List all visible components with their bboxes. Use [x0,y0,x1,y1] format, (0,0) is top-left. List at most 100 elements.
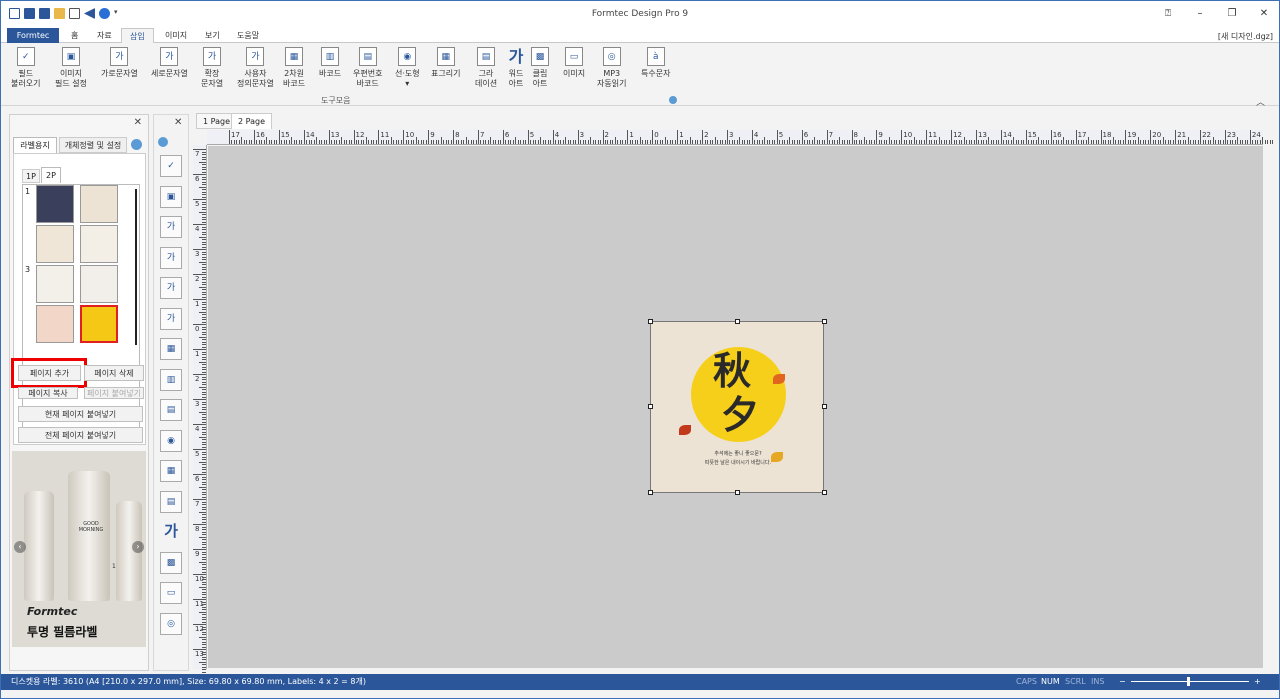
ruler-tick [202,289,206,290]
tab-data[interactable]: 자료 [89,28,120,43]
tab-label-paper[interactable]: 라벨용지 [13,137,57,153]
table-icon[interactable]: ▦ [160,460,182,482]
page-tab-2[interactable]: 2 Page [231,113,272,129]
tab-formtec[interactable]: Formtec [7,28,59,43]
mp3-icon[interactable]: ◎ [160,612,182,635]
ribbon-button-barcode[interactable]: ▥ 바코드 [319,47,341,79]
ribbon-button-custom-text[interactable]: 가 사용자 정의문자열 [237,47,274,89]
delete-page-button[interactable]: 페이지 삭제 [84,365,144,381]
ruler-tick [709,140,711,144]
ruler-tick [202,226,206,228]
shape-icon[interactable]: ◉ [160,429,182,452]
ruler-tick [202,641,206,643]
ribbon-button-label: 바코드 [283,79,306,88]
ruler-tick [858,140,860,144]
tab-insert[interactable]: 삽입 [121,28,154,44]
design-canvas[interactable]: 秋 夕 추석에는 좋니 좋으문? 따뜻한 날은 내이시기 바랍니다. [208,146,1263,668]
resize-handle[interactable] [822,319,827,324]
ribbon-button-special-char[interactable]: à 특수문자 [641,47,670,79]
ruler-tick [423,140,425,144]
strip-close-icon[interactable]: ✕ [174,117,182,128]
thumbnail-label[interactable] [36,225,74,263]
ribbon-button-mp3[interactable]: ◎ MP3 자동읽기 [597,47,626,89]
strip-scroll-icon[interactable] [158,137,168,147]
thumbnail-label[interactable] [36,265,74,303]
thumbnail-label[interactable] [80,265,118,303]
zoom-out-button[interactable]: − [1119,674,1126,689]
label-design[interactable]: 秋 夕 추석에는 좋니 좋으문? 따뜻한 날은 내이시기 바랍니다. [650,321,824,493]
ruler-tick [722,140,724,144]
ribbon-collapse-icon[interactable]: ︿ [1256,95,1265,108]
page-tab-2p[interactable]: 2P [41,167,61,183]
vertical-text-icon[interactable]: 가 [160,246,182,269]
paste-page-button[interactable]: 페이지 붙여넣기 [84,387,144,399]
ribbon-button-field-load[interactable]: ✓ 필드 불러오기 [11,47,40,89]
ribbon-button-vertical-text[interactable]: 가 세로문자열 [151,47,188,79]
wordart-icon[interactable]: 가 [160,521,182,543]
zoom-slider[interactable] [1131,681,1249,682]
ribbon-button-image[interactable]: ▭ 이미지 [563,47,585,79]
ribbon-button-horizontal-text[interactable]: 가 가로문자열 [101,47,138,79]
tab-image[interactable]: 이미지 [157,28,195,43]
resize-handle[interactable] [648,404,653,409]
gradation-icon[interactable]: ▤ [160,490,182,513]
extended-text-icon: 가 [203,47,222,66]
ribbon-button-image-field[interactable]: ▣ 이미지 필드 설정 [55,47,87,89]
extended-text-icon[interactable]: 가 [160,277,182,299]
resize-handle[interactable] [822,490,827,495]
resize-handle[interactable] [735,490,740,495]
page-tab-1p[interactable]: 1P [22,169,40,183]
image-icon[interactable]: ▭ [160,582,182,604]
tab-view[interactable]: 보기 [197,28,228,43]
thumbnail-label[interactable] [36,185,74,223]
clipart-icon[interactable]: ▩ [160,551,182,574]
group-launcher-icon[interactable] [669,96,677,104]
ribbon-button-qr-code[interactable]: ▦ 2차원 바코드 [283,47,305,89]
ad-prev-icon[interactable]: ‹ [14,541,26,553]
thumbnail-label-selected[interactable] [80,305,118,343]
qr-code-icon[interactable]: ▦ [160,338,182,360]
help-window-icon[interactable]: ⍰ [1161,7,1175,21]
ruler-tick [856,140,858,144]
image-field-icon[interactable]: ▣ [160,185,182,208]
paste-current-page-button[interactable]: 현재 페이지 붙여넣기 [18,406,143,422]
ribbon-button-postal-barcode[interactable]: ▤ 우편번호 바코드 [353,47,382,89]
custom-text-icon[interactable]: 가 [160,307,182,330]
ribbon-button-table[interactable]: ▦ 표그리기 [431,47,460,79]
ruler-tick [202,464,206,465]
advertisement-banner[interactable]: GOOD MORNING 154 ‹ › Formtec 투명 필름라벨 [12,451,146,647]
ad-next-icon[interactable]: › [132,541,144,553]
tab-object-align[interactable]: 개체정렬 및 설정 [59,137,127,153]
horizontal-text-icon[interactable]: 가 [160,216,182,238]
thumbnail-label[interactable] [36,305,74,343]
field-load-icon[interactable]: ✓ [160,155,182,177]
ribbon-button-wordart[interactable]: 가 워드 아트 [507,47,525,89]
ribbon-button-shape[interactable]: ◉ 선·도형 ▾ [395,47,420,89]
ruler-tick [318,140,320,144]
ruler-tick [532,140,534,144]
ruler-tick [202,541,206,543]
close-icon[interactable]: ✕ [1257,7,1271,21]
thumbnail-label[interactable] [80,185,118,223]
tab-help[interactable]: 도움말 [229,28,267,43]
resize-handle[interactable] [648,490,653,495]
ribbon-button-clipart[interactable]: ▩ 클립 아트 [531,47,549,89]
restore-icon[interactable]: ❐ [1225,7,1239,21]
panel-close-icon[interactable]: ✕ [134,117,142,128]
ribbon-button-gradation[interactable]: ▤ 그라 데이션 [475,47,497,89]
postal-barcode-icon[interactable]: ▤ [160,399,182,421]
tab-scroll-icon[interactable] [131,139,142,150]
paste-all-pages-button[interactable]: 전체 페이지 붙여넣기 [18,427,143,443]
ruler-tick [998,140,1000,144]
resize-handle[interactable] [735,319,740,324]
thumbnail-label[interactable] [80,225,118,263]
resize-handle[interactable] [822,404,827,409]
barcode-icon[interactable]: ▥ [160,368,182,391]
ribbon-button-extended-text[interactable]: 가 확장 문자열 [201,47,223,89]
tab-home[interactable]: 홈 [63,28,86,43]
zoom-in-button[interactable]: + [1254,674,1261,689]
copy-page-button[interactable]: 페이지 복사 [18,387,78,399]
minimize-icon[interactable]: – [1193,7,1207,21]
zoom-slider-thumb[interactable] [1187,677,1190,686]
resize-handle[interactable] [648,319,653,324]
